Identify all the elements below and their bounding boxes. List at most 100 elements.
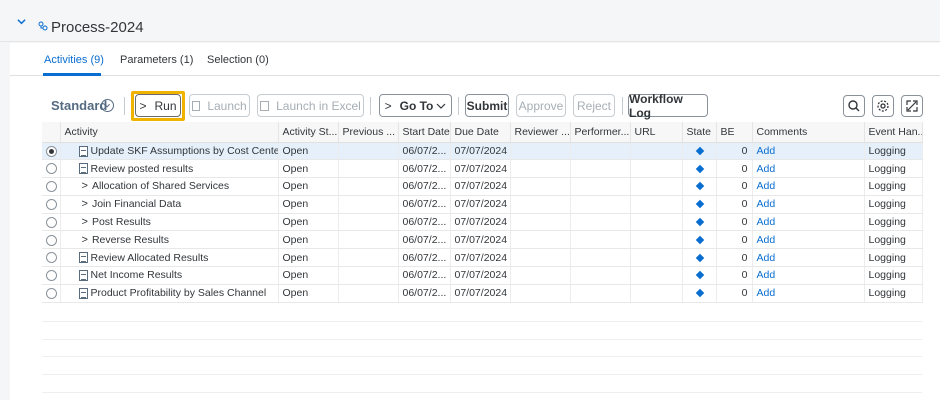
workflow-log-button[interactable]: Workflow Log <box>628 92 708 120</box>
table-row[interactable]: > Join Financial Data Open 06/07/2... 07/… <box>42 195 923 214</box>
add-comment-link[interactable]: Add <box>757 269 776 281</box>
search-icon <box>848 100 860 112</box>
url-cell <box>630 195 683 214</box>
expand-chevron-icon[interactable]: > <box>82 180 88 192</box>
previous-cell <box>338 248 399 268</box>
row-radio-button[interactable] <box>46 199 57 210</box>
variant-selector[interactable]: Standard <box>51 98 107 113</box>
expand-chevron-icon[interactable]: > <box>82 216 88 228</box>
row-radio-button[interactable] <box>46 163 57 175</box>
activity-name[interactable]: Review Allocated Results <box>91 252 209 264</box>
activity-name[interactable]: Allocation of Shared Services <box>92 180 229 192</box>
performer-cell <box>570 177 631 196</box>
table-row[interactable]: Update SKF Assumptions by Cost Center Op… <box>42 142 923 161</box>
column-header[interactable]: State <box>682 122 717 143</box>
row-select-cell[interactable] <box>42 284 61 303</box>
add-comment-link[interactable]: Add <box>757 198 776 210</box>
row-select-cell[interactable] <box>42 248 61 268</box>
row-radio-button[interactable] <box>46 270 57 282</box>
event-handler-cell: Logging <box>864 230 923 250</box>
add-comment-link[interactable]: Add <box>757 145 776 157</box>
row-radio-button[interactable] <box>46 145 57 157</box>
row-radio-button[interactable] <box>46 216 57 228</box>
column-header[interactable]: Reviewer ... <box>510 122 571 143</box>
collapse-chevron-icon[interactable] <box>17 17 26 26</box>
column-header[interactable]: BE <box>716 122 753 143</box>
reject-button[interactable]: Reject <box>573 94 615 117</box>
column-header[interactable]: Activity <box>60 122 279 143</box>
activity-name[interactable]: Review posted results <box>91 163 194 175</box>
column-header[interactable]: Activity St... <box>278 122 339 143</box>
performer-cell <box>570 142 631 161</box>
row-radio-button[interactable] <box>46 234 57 246</box>
variant-dropdown-icon[interactable] <box>101 99 114 112</box>
submit-button[interactable]: Submit <box>465 94 509 117</box>
column-header[interactable]: Comments <box>752 122 865 143</box>
go-to-button[interactable]: > Go To <box>379 94 452 117</box>
row-select-cell[interactable] <box>42 159 61 179</box>
activity-cell: Review posted results <box>60 159 279 179</box>
row-radio-button[interactable] <box>46 252 57 264</box>
process-flow-icon <box>38 21 48 31</box>
row-select-cell[interactable] <box>42 266 61 285</box>
approve-button[interactable]: Approve <box>516 94 566 117</box>
add-comment-link[interactable]: Add <box>757 163 776 175</box>
row-select-cell[interactable] <box>42 142 61 161</box>
column-header[interactable]: URL <box>630 122 683 143</box>
row-select-cell[interactable] <box>42 195 61 214</box>
column-header[interactable]: Previous ... <box>338 122 399 143</box>
column-header[interactable]: Start Date <box>398 122 451 143</box>
start-date-cell: 06/07/2... <box>398 266 451 285</box>
row-radio-button[interactable] <box>46 181 57 193</box>
table-row[interactable]: Net Income Results Open 06/07/2... 07/07… <box>42 266 923 285</box>
status-cell: Open <box>278 230 339 250</box>
activity-name[interactable]: Reverse Results <box>92 234 169 246</box>
state-cell <box>682 195 717 214</box>
table-row[interactable]: > Allocation of Shared Services Open 06/0… <box>42 177 923 196</box>
add-comment-link[interactable]: Add <box>757 252 776 264</box>
activity-name[interactable]: Update SKF Assumptions by Cost Center <box>91 145 278 157</box>
comments-cell: Add <box>752 195 865 214</box>
activity-cell: Product Profitability by Sales Channel <box>60 284 279 303</box>
tab-selection[interactable]: Selection (0) <box>207 54 269 67</box>
row-select-cell[interactable] <box>42 230 61 250</box>
row-radio-button[interactable] <box>46 287 57 299</box>
table-row[interactable]: > Post Results Open 06/07/2... 07/07/2024… <box>42 213 923 232</box>
reviewer-cell <box>510 213 571 232</box>
toolbar-separator <box>370 97 371 115</box>
table-row[interactable]: Review Allocated Results Open 06/07/2...… <box>42 248 923 268</box>
table-row[interactable]: > Reverse Results Open 06/07/2... 07/07/2… <box>42 230 923 250</box>
table-row[interactable]: Review posted results Open 06/07/2... 07… <box>42 159 923 179</box>
activity-name[interactable]: Net Income Results <box>91 269 183 281</box>
expand-chevron-icon[interactable]: > <box>82 234 88 246</box>
column-header[interactable]: Performer... <box>570 122 631 143</box>
previous-cell <box>338 213 399 232</box>
activity-name[interactable]: Join Financial Data <box>92 198 181 210</box>
activity-name[interactable]: Post Results <box>92 216 151 228</box>
column-header[interactable]: Due Date <box>450 122 511 143</box>
row-select-cell[interactable] <box>42 177 61 196</box>
empty-row <box>42 375 922 393</box>
column-header[interactable]: Event Han... <box>864 122 923 143</box>
activity-name[interactable]: Product Profitability by Sales Channel <box>91 287 267 299</box>
launch-button[interactable]: Launch <box>189 94 250 117</box>
add-comment-link[interactable]: Add <box>757 216 776 228</box>
row-select-cell[interactable] <box>42 213 61 232</box>
tab-parameters[interactable]: Parameters (1) <box>120 54 193 67</box>
settings-button[interactable] <box>872 95 894 117</box>
add-comment-link[interactable]: Add <box>757 180 776 192</box>
fullscreen-button[interactable] <box>901 95 923 117</box>
add-comment-link[interactable]: Add <box>757 234 776 246</box>
reviewer-cell <box>510 230 571 250</box>
start-date-cell: 06/07/2... <box>398 142 451 161</box>
performer-cell <box>570 248 631 268</box>
tab-activities[interactable]: Activities (9) <box>44 54 104 67</box>
table-row[interactable]: Product Profitability by Sales Channel O… <box>42 284 923 303</box>
launch-in-excel-button[interactable]: Launch in Excel <box>257 94 364 117</box>
add-comment-link[interactable]: Add <box>757 287 776 299</box>
search-button[interactable] <box>843 95 865 117</box>
expand-chevron-icon[interactable]: > <box>82 198 88 210</box>
be-cell: 0 <box>716 195 753 214</box>
event-handler-cell: Logging <box>864 248 923 268</box>
launch-icon <box>192 100 201 111</box>
